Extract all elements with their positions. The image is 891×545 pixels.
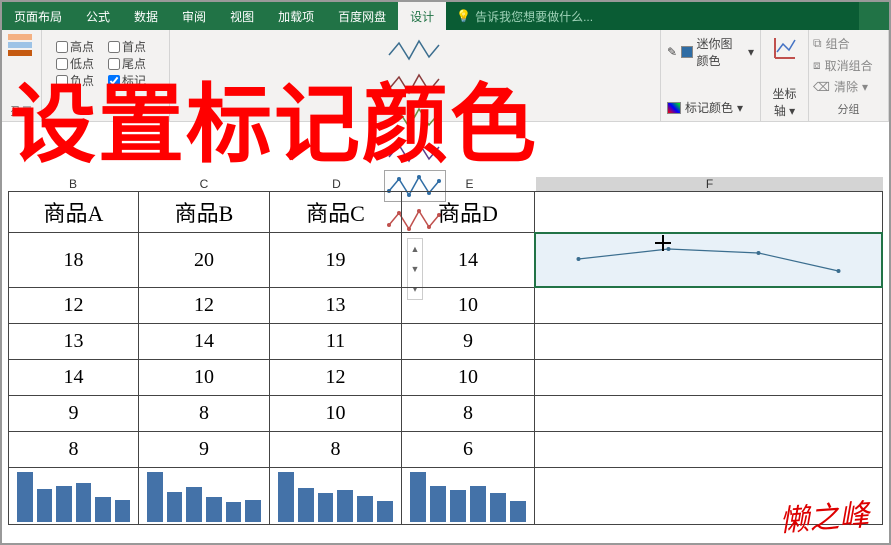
column-sparkline-a[interactable]: [9, 468, 139, 525]
col-header-d[interactable]: D: [270, 177, 403, 191]
group-combine[interactable]: ⧉组合: [813, 34, 884, 53]
cell-header-a[interactable]: 商品A: [9, 192, 139, 233]
cell[interactable]: 13: [9, 324, 139, 360]
marker-color-swatch: [667, 102, 681, 114]
cell[interactable]: 8: [402, 396, 535, 432]
table-row: 98108: [9, 396, 883, 432]
tell-me-search[interactable]: 💡 告诉我您想要做什么...: [446, 2, 859, 30]
cell[interactable]: 12: [139, 288, 270, 324]
cell[interactable]: 10: [402, 288, 535, 324]
table-row: 12121310: [9, 288, 883, 324]
cell[interactable]: 8: [270, 432, 402, 468]
col-header-c[interactable]: C: [138, 177, 270, 191]
column-headers: B C D E F: [8, 177, 883, 191]
tab-data[interactable]: 数据: [122, 2, 170, 30]
table-row: 1314119: [9, 324, 883, 360]
axis-group: 坐标轴 ▾: [761, 30, 809, 121]
cell[interactable]: 19: [270, 233, 402, 288]
cell[interactable]: 9: [9, 396, 139, 432]
cell[interactable]: 14: [139, 324, 270, 360]
cell[interactable]: 10: [139, 360, 270, 396]
spreadsheet: B C D E F 商品A 商品B 商品C 商品D 18 20 19 14 12…: [8, 177, 883, 525]
color-group: ✎ 迷你图颜色 ▾ 标记颜色 ▾: [661, 30, 761, 121]
cell[interactable]: 14: [402, 233, 535, 288]
table-row: 14101210: [9, 360, 883, 396]
col-header-e[interactable]: E: [403, 177, 536, 191]
tab-design[interactable]: 设计: [398, 2, 446, 30]
cell[interactable]: 12: [270, 360, 402, 396]
marker-color-label: 标记颜色: [685, 99, 733, 116]
col-header-b[interactable]: B: [8, 177, 138, 191]
axis-icon[interactable]: [771, 34, 799, 62]
cell[interactable]: [535, 360, 883, 396]
cell[interactable]: 13: [270, 288, 402, 324]
ribbon-tab-bar: 页面布局 公式 数据 审阅 视图 加载项 百度网盘 设计 💡 告诉我您想要做什么…: [2, 2, 889, 30]
tell-me-placeholder: 告诉我您想要做什么...: [475, 8, 593, 25]
sparkline-color-label: 迷你图颜色: [697, 35, 744, 69]
cell[interactable]: [535, 324, 883, 360]
tab-formula[interactable]: 公式: [74, 2, 122, 30]
grouping-group: ⧉组合 ⧈取消组合 ⌫清除 ▾ 分组: [809, 30, 889, 121]
cell-header-f[interactable]: [535, 192, 883, 233]
eraser-icon: ⌫: [813, 80, 830, 94]
marker-color-button[interactable]: 标记颜色 ▾: [667, 98, 754, 117]
cell[interactable]: 20: [139, 233, 270, 288]
author-signature: 懒之峰: [778, 490, 871, 540]
table-row: 8986: [9, 432, 883, 468]
col-header-f[interactable]: F: [536, 177, 883, 191]
cell[interactable]: [535, 432, 883, 468]
selected-sparkline-cell[interactable]: [535, 233, 883, 288]
check-highpoint[interactable]: 高点: [56, 38, 94, 55]
cell-header-b[interactable]: 商品B: [139, 192, 270, 233]
sparkline-color-swatch: [681, 46, 692, 58]
tab-baidu[interactable]: 百度网盘: [326, 2, 398, 30]
column-sparkline-b[interactable]: [139, 468, 270, 525]
header-row: 商品A 商品B 商品C 商品D: [9, 192, 883, 233]
pen-icon: ✎: [667, 45, 677, 59]
cell[interactable]: 8: [9, 432, 139, 468]
group-clear[interactable]: ⌫清除 ▾: [813, 77, 884, 96]
style-1[interactable]: [384, 34, 446, 66]
tab-page-layout[interactable]: 页面布局: [2, 2, 74, 30]
column-sparkline-d[interactable]: [402, 468, 535, 525]
check-lowpoint[interactable]: 低点: [56, 55, 94, 72]
cell[interactable]: 18: [9, 233, 139, 288]
column-sparkline-c[interactable]: [270, 468, 402, 525]
cell[interactable]: [535, 396, 883, 432]
data-grid[interactable]: 商品A 商品B 商品C 商品D 18 20 19 14 12121310 131…: [8, 191, 883, 525]
cell[interactable]: 14: [9, 360, 139, 396]
axis-label[interactable]: 坐标轴 ▾: [767, 85, 802, 119]
cell[interactable]: 11: [270, 324, 402, 360]
cell[interactable]: 10: [270, 396, 402, 432]
check-firstpoint[interactable]: 首点: [108, 38, 146, 55]
winloss-icon[interactable]: [8, 34, 35, 56]
sparkline-color-button[interactable]: ✎ 迷你图颜色 ▾: [667, 34, 754, 70]
table-row: 18 20 19 14: [9, 233, 883, 288]
sparkline-row: [9, 468, 883, 525]
cell[interactable]: [535, 288, 883, 324]
overlay-annotation: 设置标记颜色: [10, 82, 538, 168]
tab-review[interactable]: 审阅: [170, 2, 218, 30]
tab-view[interactable]: 视图: [218, 2, 266, 30]
cell-header-d[interactable]: 商品D: [402, 192, 535, 233]
cell-header-c[interactable]: 商品C: [270, 192, 402, 233]
cell[interactable]: 9: [402, 324, 535, 360]
tab-addins[interactable]: 加载项: [266, 2, 326, 30]
group-icon: ⧉: [813, 36, 822, 51]
cell[interactable]: 8: [139, 396, 270, 432]
grouping-label: 分组: [813, 99, 884, 117]
chevron-down-icon: ▾: [737, 101, 743, 115]
cell[interactable]: 12: [9, 288, 139, 324]
check-lastpoint[interactable]: 尾点: [108, 55, 146, 72]
cell[interactable]: 9: [139, 432, 270, 468]
cell[interactable]: 6: [402, 432, 535, 468]
ungroup-icon: ⧈: [813, 58, 821, 73]
group-uncombine[interactable]: ⧈取消组合: [813, 56, 884, 75]
ribbon-end: [859, 2, 889, 30]
lightbulb-icon: 💡: [456, 9, 471, 23]
cell[interactable]: 10: [402, 360, 535, 396]
chevron-down-icon: ▾: [748, 45, 754, 59]
